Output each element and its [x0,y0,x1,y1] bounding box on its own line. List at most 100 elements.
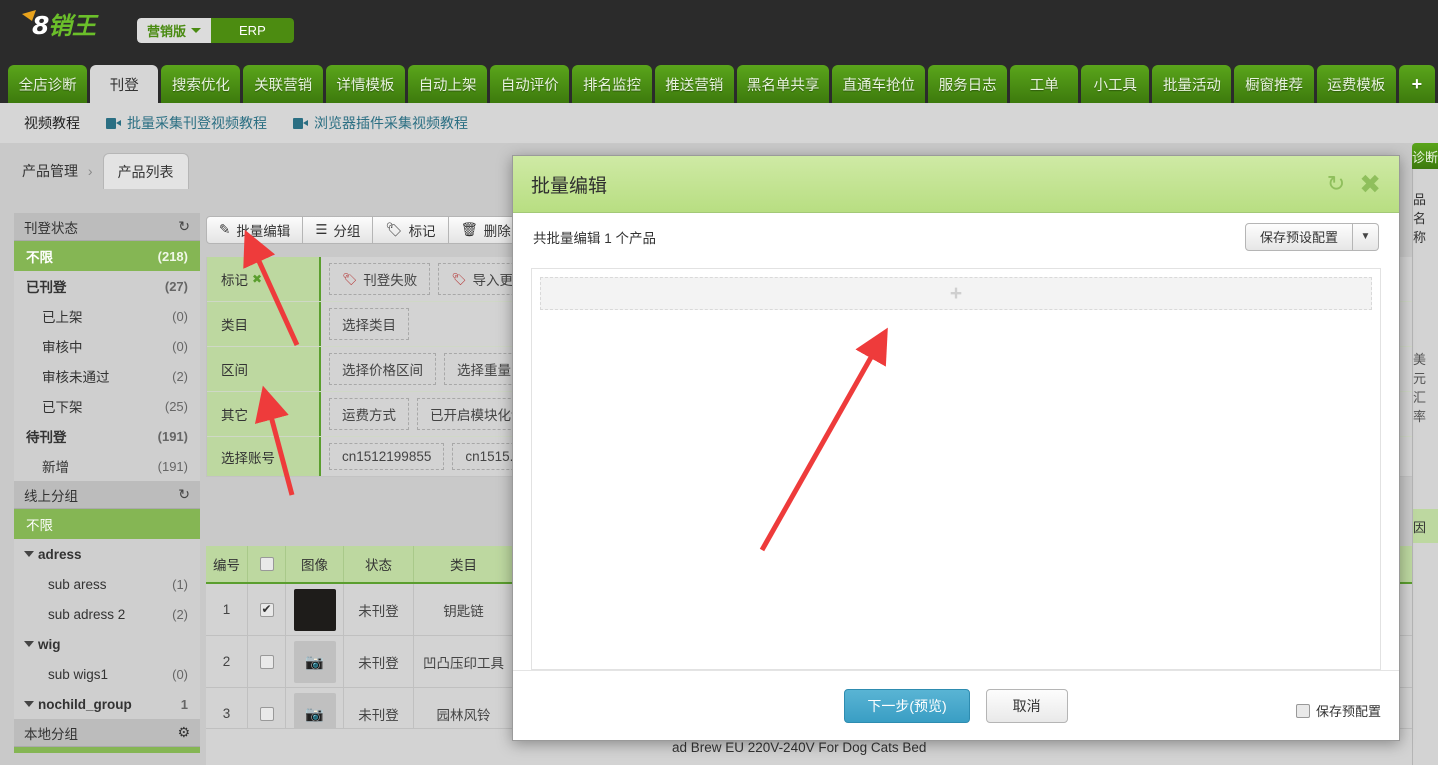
sidebar-group-item-left: sub adress 2 [48,607,125,622]
main-tab-4[interactable]: 详情模板 [325,65,405,103]
save-preset-checkbox[interactable] [1295,703,1310,718]
top-bar: 8 销王 营销版 ERP [0,0,1438,55]
sidebar-group-item-6[interactable]: nochild_group 1 [14,689,200,719]
sidebar-group-item-count: (2) [172,606,188,622]
main-tab-8[interactable]: 推送营销 [654,65,734,103]
main-tab-9[interactable]: 黑名单共享 [736,65,830,103]
filter-chip[interactable]: 🏷 刊登失败 [329,263,431,295]
sidebar-status-item-count: (191) [157,458,188,474]
delete-label: 删除 [483,224,511,239]
table-header-category: 类目 [414,546,514,582]
main-tab-15[interactable]: 橱窗推荐 [1234,65,1314,103]
save-preset-checkbox-group[interactable]: 保存预配置 [1295,701,1381,720]
sidebar-status-item-0[interactable]: 不限 (218) [14,241,200,271]
main-tab-label: 批量活动 [1162,77,1221,94]
group-button[interactable]: ☰ 分组 [302,216,374,244]
sidebar-status-item-4[interactable]: 审核未通过 (2) [14,361,200,391]
modal-subtitle: 共批量编辑 1 个产品 [533,230,657,246]
main-tab-11[interactable]: 服务日志 [927,65,1008,103]
video-camera-icon [106,117,121,129]
refresh-icon[interactable]: ↻ [1327,173,1345,195]
cell-checkbox[interactable] [248,636,286,687]
main-tab-12[interactable]: 工单 [1010,65,1079,103]
sidebar-group-item-5[interactable]: sub wigs1 (0) [14,659,200,689]
gear-icon[interactable]: ⚙ [177,724,190,741]
sidebar-group-item-0[interactable]: 不限 [14,509,200,539]
sidebar-status-item-2[interactable]: 已上架 (0) [14,301,200,331]
sidebar-status-item-7[interactable]: 新增 (191) [14,451,200,481]
refresh-icon[interactable]: ↻ [178,486,190,503]
sidebar-status-item-3[interactable]: 审核中 (0) [14,331,200,361]
sidebar-status-item-1[interactable]: 已刊登 (27) [14,271,200,301]
save-preset-label: 保存预配置 [1315,704,1381,719]
filter-row-label-text: 选择账号 [221,450,275,466]
filter-chip[interactable]: 运费方式 [329,398,409,430]
table-header-checkbox-cell[interactable] [248,546,286,582]
main-tab-13[interactable]: 小工具 [1081,65,1150,103]
main-tab-14[interactable]: 批量活动 [1152,65,1232,103]
version-button[interactable]: 营销版 [137,18,212,43]
triangle-down-icon[interactable] [24,551,34,557]
row-checkbox[interactable] [259,706,274,721]
main-tab-5[interactable]: 自动上架 [407,65,488,103]
sidebar-group-item-4[interactable]: wig [14,629,200,659]
sidebar-status-item-6[interactable]: 待刊登 (191) [14,421,200,451]
cancel-button[interactable]: 取消 [985,688,1068,723]
sidebar-group-item-1[interactable]: adress [14,539,200,569]
clear-filter-icon[interactable]: ✖ [252,272,262,286]
triangle-down-icon[interactable] [24,701,34,707]
chevron-down-icon[interactable]: ▼ [1353,222,1379,251]
triangle-down-icon[interactable] [24,641,34,647]
video-link-browser-plugin[interactable]: 浏览器插件采集视频教程 [293,113,468,133]
row-checkbox[interactable] [259,602,274,617]
breadcrumb-parent-label: 产品管理 [22,163,78,179]
main-tab-0[interactable]: 全店诊断 [8,65,88,103]
cell-checkbox[interactable] [248,584,286,635]
video-link-label: 浏览器插件采集视频教程 [314,115,468,131]
tag-button[interactable]: 🏷 标记 [372,216,449,244]
row-checkbox[interactable] [259,654,274,669]
sidebar-group-item-label: adress [38,546,82,562]
tab-product-list[interactable]: 产品列表 [102,153,189,189]
main-tab-1[interactable]: 刊登 [90,65,159,103]
close-icon[interactable]: ✖ [1359,171,1381,197]
video-link-label: 批量采集刊登视频教程 [127,115,267,131]
sidebar-status-item-count: (0) [172,308,188,324]
sidebar-status-item-5[interactable]: 已下架 (25) [14,391,200,421]
cell-no: 1 [206,584,248,635]
filter-chip[interactable]: cn1512199855 [329,443,445,470]
main-tab-label: 小工具 [1093,77,1137,94]
main-tab-7[interactable]: 排名监控 [572,65,652,103]
main-tab-17[interactable]: + [1398,65,1435,103]
breadcrumb-parent[interactable]: 产品管理 › [14,161,101,189]
sidebar-status-item-count: (218) [157,248,188,264]
next-step-preview-button[interactable]: 下一步(预览) [844,688,970,723]
filter-chip[interactable]: 选择类目 [329,308,409,340]
select-all-checkbox[interactable] [259,557,274,571]
main-tab-3[interactable]: 关联营销 [243,65,323,103]
main-tab-16[interactable]: 运费模板 [1316,65,1396,103]
filter-chip[interactable]: 选择价格区间 [329,353,436,385]
main-tab-10[interactable]: 直通车抢位 [832,65,925,103]
video-link-batch-collect[interactable]: 批量采集刊登视频教程 [106,113,267,133]
filter-row-label: 其它 [207,392,321,436]
product-thumbnail [293,588,336,631]
main-tab-6[interactable]: 自动评价 [490,65,570,103]
batch-edit-button[interactable]: ✎ 批量编辑 [206,216,304,244]
sidebar-group-item-2[interactable]: sub aress (1) [14,569,200,599]
main-tab-2[interactable]: 搜索优化 [161,65,241,103]
table-header-no: 编号 [206,546,248,582]
breadcrumb: 产品管理 › 产品列表 [14,153,189,189]
sidebar-group-item-3[interactable]: sub adress 2 (2) [14,599,200,629]
main-tab-label: 关联营销 [254,77,313,94]
peek-tab-label[interactable]: 诊断 [1412,143,1438,169]
main-tab-label: 全店诊断 [18,77,77,94]
refresh-icon[interactable]: ↻ [178,218,190,235]
logo: 8 销王 [18,4,128,46]
version-switcher[interactable]: 营销版 ERP [137,18,294,43]
sidebar-status-item-count: (0) [172,338,188,354]
main-tab-label: 服务日志 [938,77,997,94]
erp-button[interactable]: ERP [211,18,294,43]
add-field-button[interactable]: + [540,277,1372,310]
save-preset-config-button[interactable]: 保存预设配置 [1244,222,1353,251]
